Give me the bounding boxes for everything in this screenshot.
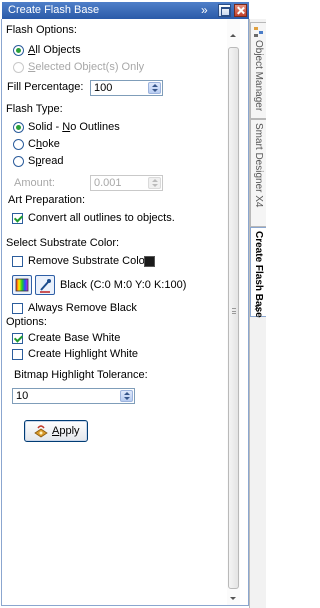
fill-percentage-value: 100 bbox=[94, 82, 113, 94]
amount-input[interactable]: 0.001 bbox=[90, 175, 163, 191]
all-objects-label[interactable]: All Objects bbox=[28, 44, 81, 56]
create-base-white-checkbox[interactable] bbox=[12, 333, 23, 344]
tab-object-manager-label: Object Manager bbox=[253, 40, 264, 112]
choke-text-post: oke bbox=[42, 138, 60, 150]
solid-mnemonic: N bbox=[62, 121, 71, 133]
tolerance-input[interactable]: 10 bbox=[12, 388, 135, 404]
choke-text-pre: C bbox=[28, 138, 36, 150]
tolerance-value: 10 bbox=[16, 390, 29, 402]
flash-type-heading: Flash Type: bbox=[6, 103, 63, 115]
solid-label[interactable]: Solid - No Outlines bbox=[28, 121, 120, 133]
fill-percentage-spinner[interactable] bbox=[148, 82, 161, 94]
amount-label: Amount: bbox=[14, 177, 55, 189]
color-palette-icon bbox=[15, 278, 29, 292]
fill-percentage-input[interactable]: 100 bbox=[90, 80, 163, 96]
object-manager-icon bbox=[254, 27, 263, 37]
substrate-color-value: Black (C:0 M:0 Y:0 K:100) bbox=[60, 279, 187, 291]
amount-spinner[interactable] bbox=[148, 177, 161, 189]
tab-smart-designer-label: Smart Designer X4 bbox=[253, 123, 264, 208]
solid-radio[interactable] bbox=[13, 122, 24, 133]
apply-button[interactable]: Apply bbox=[24, 420, 88, 442]
selected-objects-label[interactable]: Selected Object(s) Only bbox=[28, 61, 144, 73]
window-title: Create Flash Base bbox=[8, 4, 100, 16]
docker-window: Create Flash Base » Flash Options: All O… bbox=[0, 0, 266, 608]
tab-create-flash-base[interactable]: Create Flash Base × bbox=[250, 227, 266, 318]
solid-text-post: o Outlines bbox=[70, 121, 120, 133]
spread-radio[interactable] bbox=[13, 156, 24, 167]
remove-substrate-label[interactable]: Remove Substrate Color bbox=[28, 255, 148, 267]
create-base-white-label[interactable]: Create Base White bbox=[28, 332, 120, 344]
apply-icon bbox=[34, 425, 48, 438]
choke-label[interactable]: Choke bbox=[28, 138, 60, 150]
create-highlight-white-checkbox[interactable] bbox=[12, 349, 23, 360]
scroll-down-arrow-icon[interactable] bbox=[230, 597, 236, 600]
tolerance-spinner[interactable] bbox=[120, 390, 133, 402]
spread-text-post: read bbox=[41, 155, 64, 167]
always-remove-black-checkbox[interactable] bbox=[12, 303, 23, 314]
close-button[interactable] bbox=[234, 4, 247, 17]
solid-text-pre: Solid - bbox=[28, 121, 63, 133]
minimize-button[interactable] bbox=[218, 4, 231, 17]
substrate-heading: Select Substrate Color: bbox=[6, 237, 120, 249]
art-preparation-heading: Art Preparation: bbox=[8, 194, 86, 206]
scroll-up-arrow-icon[interactable] bbox=[230, 34, 236, 37]
docker-tab-strip: Object Manager Smart Designer X4 Create … bbox=[249, 19, 266, 608]
substrate-color-swatch bbox=[144, 256, 155, 267]
choke-radio[interactable] bbox=[13, 139, 24, 150]
flash-base-panel: Flash Options: All Objects Selected Obje… bbox=[2, 19, 227, 605]
tab-smart-designer[interactable]: Smart Designer X4 bbox=[250, 119, 266, 227]
apply-text: pply bbox=[59, 425, 80, 437]
flash-options-heading: Flash Options: bbox=[6, 24, 77, 36]
tolerance-label: Bitmap Highlight Tolerance: bbox=[14, 369, 148, 381]
all-objects-radio[interactable] bbox=[13, 45, 24, 56]
remove-substrate-checkbox[interactable] bbox=[12, 256, 23, 267]
create-highlight-white-label[interactable]: Create Highlight White bbox=[28, 348, 138, 360]
eyedropper-button[interactable] bbox=[35, 275, 55, 295]
selected-objects-text: elected Object(s) Only bbox=[35, 61, 145, 73]
expand-chevron-icon[interactable]: » bbox=[201, 3, 208, 17]
selected-objects-radio[interactable] bbox=[13, 62, 24, 73]
convert-outlines-label[interactable]: Convert all outlines to objects. bbox=[28, 212, 175, 224]
vertical-scrollbar[interactable] bbox=[227, 19, 240, 605]
title-bar: Create Flash Base » bbox=[2, 2, 249, 19]
apply-label: Apply bbox=[52, 425, 80, 437]
eyedropper-icon bbox=[40, 279, 51, 293]
all-objects-text: ll Objects bbox=[35, 44, 81, 56]
options-heading: Options: bbox=[6, 316, 47, 328]
spread-label[interactable]: Spread bbox=[28, 155, 64, 167]
amount-value: 0.001 bbox=[94, 177, 122, 189]
color-palette-button[interactable] bbox=[12, 275, 32, 295]
tab-close-icon[interactable]: × bbox=[254, 303, 260, 314]
convert-outlines-checkbox[interactable] bbox=[12, 213, 23, 224]
fill-percentage-label: Fill Percentage: bbox=[7, 81, 84, 93]
scrollbar-thumb[interactable] bbox=[228, 47, 239, 589]
always-remove-black-label[interactable]: Always Remove Black bbox=[28, 302, 137, 314]
scroll-grip-icon bbox=[232, 308, 236, 314]
tab-object-manager[interactable]: Object Manager bbox=[250, 22, 266, 119]
